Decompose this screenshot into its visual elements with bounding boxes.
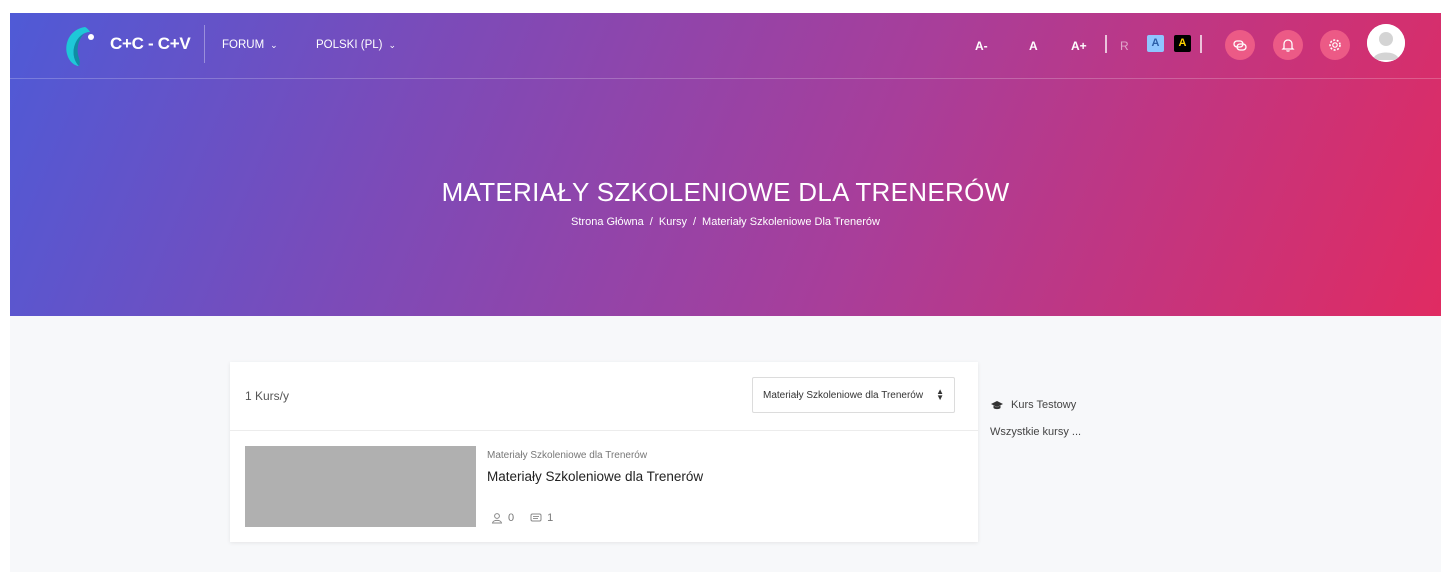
breadcrumb-home[interactable]: Strona Główna bbox=[571, 216, 644, 228]
chevron-down-icon: ⌄ bbox=[388, 39, 397, 50]
course-category: Materiały Szkoleniowe dla Trenerów bbox=[487, 450, 648, 461]
graduation-cap-icon bbox=[991, 400, 1003, 409]
breadcrumb-current[interactable]: Materiały Szkoleniowe Dla Trenerów bbox=[702, 216, 880, 228]
category-select[interactable]: Materiały Szkoleniowe dla Trenerów ▲ ▼ bbox=[752, 377, 955, 413]
nav-language-label: POLSKI (PL) bbox=[316, 39, 383, 51]
sidebar-courses: Kurs Testowy Wszystkie kursy ... bbox=[990, 399, 1081, 438]
sidebar-course-label: Kurs Testowy bbox=[1011, 399, 1077, 411]
course-list-card: 1 Kurs/y Materiały Szkoleniowe dla Trene… bbox=[230, 362, 978, 542]
user-avatar[interactable] bbox=[1367, 24, 1405, 62]
accessibility-separator bbox=[1105, 35, 1107, 53]
course-meta: 0 1 bbox=[491, 512, 553, 524]
navbar: C+C - C+V FORUM ⌄ POLSKI (PL) ⌄ A- A A+ … bbox=[10, 13, 1441, 79]
font-increase-button[interactable]: A+ bbox=[1071, 39, 1087, 53]
user-icon bbox=[491, 513, 503, 524]
gear-icon bbox=[1329, 39, 1341, 51]
contrast-black-button[interactable]: A bbox=[1174, 35, 1191, 52]
nav-forum-label: FORUM bbox=[222, 39, 265, 51]
accessibility-separator bbox=[1200, 35, 1202, 53]
sidebar-course-link[interactable]: Kurs Testowy bbox=[990, 399, 1076, 411]
font-decrease-button[interactable]: A- bbox=[975, 39, 988, 53]
nav-forum[interactable]: FORUM ⌄ bbox=[222, 39, 278, 51]
contrast-reset-button[interactable]: R bbox=[1120, 39, 1129, 53]
font-normal-button[interactable]: A bbox=[1029, 39, 1038, 53]
bell-icon bbox=[1281, 39, 1295, 52]
course-thumbnail[interactable] bbox=[245, 446, 476, 527]
course-title-link[interactable]: Materiały Szkoleniowe dla Trenerów bbox=[487, 469, 703, 484]
chevron-down-icon: ⌄ bbox=[270, 39, 278, 50]
comment-icon bbox=[530, 513, 542, 522]
nav-divider bbox=[204, 25, 205, 63]
avatar-icon bbox=[1367, 24, 1405, 62]
lessons-count: 1 bbox=[547, 512, 554, 524]
course-count: 1 Kurs/y bbox=[245, 389, 290, 403]
sidebar-all-courses[interactable]: Wszystkie kursy ... bbox=[990, 426, 1081, 438]
nav-language[interactable]: POLSKI (PL) ⌄ bbox=[316, 39, 396, 51]
sort-arrows-icon: ▲ ▼ bbox=[936, 387, 944, 402]
settings-button[interactable] bbox=[1320, 30, 1350, 60]
messages-button[interactable] bbox=[1225, 30, 1255, 60]
brand-name[interactable]: C+C - C+V bbox=[110, 34, 191, 54]
course-list-header: 1 Kurs/y Materiały Szkoleniowe dla Trene… bbox=[230, 362, 978, 431]
page-title: MATERIAŁY SZKOLENIOWE DLA TRENERÓW bbox=[441, 177, 1010, 207]
breadcrumb-courses[interactable]: Kursy bbox=[659, 216, 687, 228]
page-header: C+C - C+V FORUM ⌄ POLSKI (PL) ⌄ A- A A+ … bbox=[10, 13, 1441, 316]
notifications-button[interactable] bbox=[1273, 30, 1303, 60]
breadcrumb: Strona Główna / Kursy / Materiały Szkoleniow… bbox=[571, 216, 880, 228]
category-select-value: Materiały Szkoleniowe dla Trenerów bbox=[763, 389, 924, 401]
students-count: 0 bbox=[508, 512, 515, 524]
chat-icon bbox=[1233, 40, 1247, 51]
contrast-blue-button[interactable]: A bbox=[1147, 35, 1164, 52]
logo-icon[interactable] bbox=[63, 24, 99, 68]
